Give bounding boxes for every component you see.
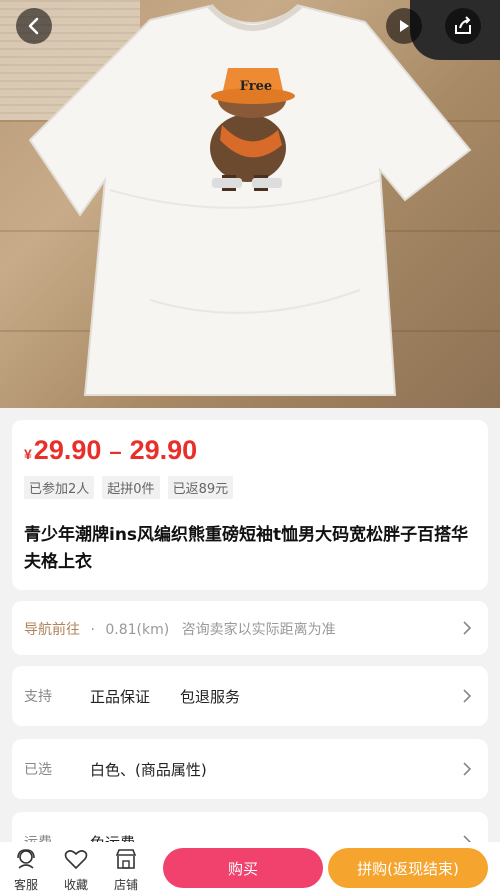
product-image[interactable]: Free — [0, 0, 500, 408]
share-button[interactable] — [445, 8, 481, 44]
store-icon — [115, 849, 137, 869]
play-icon — [400, 20, 409, 32]
selected-label: 已选 — [24, 762, 52, 778]
tag-list: 已参加2人 起拼0件 已返89元 — [24, 476, 234, 499]
hat-text: Free — [240, 79, 272, 94]
customer-service-button[interactable]: 客服 — [8, 848, 44, 893]
favorite-label: 收藏 — [63, 878, 88, 892]
selected-value: 白色、(商品属性) — [90, 761, 207, 779]
play-video-button[interactable] — [386, 8, 422, 44]
share-icon — [455, 16, 471, 34]
chevron-right-icon — [463, 762, 472, 776]
service-label: 支持 — [24, 689, 52, 705]
service-row[interactable]: 支持 正品保证 包退服务 — [12, 666, 488, 726]
price-dash: – — [109, 439, 122, 464]
price-low: 29.90 — [33, 435, 102, 465]
group-buy-button[interactable]: 拼购(返现结束) — [328, 848, 488, 888]
customer-service-label: 客服 — [13, 878, 38, 892]
service-return: 包退服务 — [180, 688, 241, 706]
product-title: 青少年潮牌ins风编织熊重磅短袖t恤男大码宽松胖子百搭华夫格上衣 — [24, 525, 469, 572]
navigation-label: 导航前往 — [24, 622, 80, 638]
back-button[interactable] — [16, 8, 52, 44]
chevron-left-icon — [28, 17, 39, 35]
navigation-text: 导航前往 · 0.81(km) 咨询卖家以实际距离为准 — [24, 619, 336, 639]
price: ¥ 29.90 – 29.90 — [24, 435, 197, 466]
buy-button[interactable]: 购买 — [163, 848, 323, 888]
distance: 0.81(km) — [105, 622, 170, 638]
headset-icon — [17, 849, 35, 869]
tag-cashback: 已返89元 — [167, 476, 234, 499]
tag-joined: 已参加2人 — [24, 476, 95, 499]
heart-icon — [64, 850, 88, 870]
tshirt-illustration: Free — [28, 3, 472, 396]
shop-button[interactable]: 店铺 — [108, 848, 144, 893]
chevron-right-icon — [463, 621, 472, 635]
favorite-button[interactable]: 收藏 — [58, 848, 94, 893]
shop-label: 店铺 — [113, 878, 138, 892]
currency-symbol: ¥ — [24, 446, 32, 462]
separator-dot: · — [90, 622, 95, 638]
price-high: 29.90 — [129, 435, 198, 465]
tag-min-group: 起拼0件 — [102, 476, 160, 499]
navigation-row[interactable]: 导航前往 · 0.81(km) 咨询卖家以实际距离为准 — [12, 601, 488, 655]
service-genuine: 正品保证 — [90, 688, 151, 706]
chevron-right-icon — [463, 689, 472, 703]
distance-note: 咨询卖家以实际距离为准 — [181, 622, 336, 638]
selected-option-row[interactable]: 已选 白色、(商品属性) — [12, 739, 488, 799]
